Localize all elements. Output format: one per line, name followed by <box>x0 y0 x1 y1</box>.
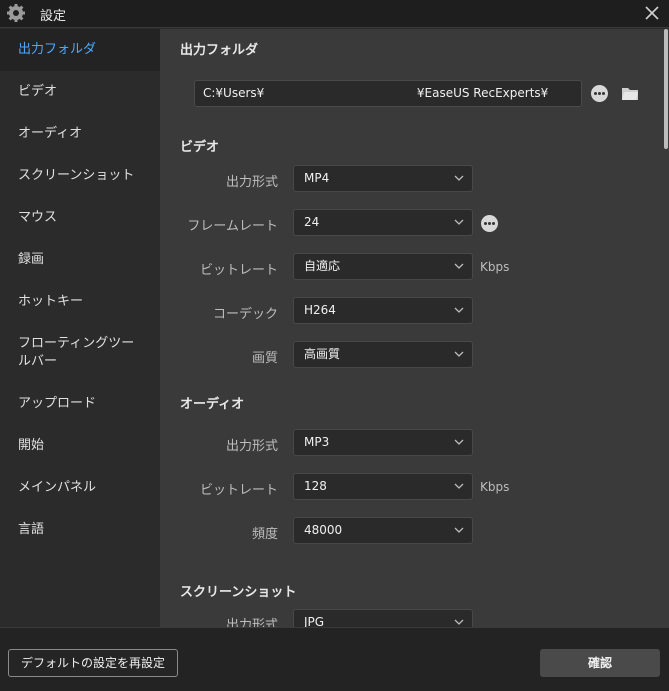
sidebar-item-label: メインパネル <box>18 480 97 495</box>
settings-sidebar: 出力フォルダ ビデオ オーディオ スクリーンショット マウス 録画 ホットキー … <box>0 29 160 627</box>
sidebar-item-output-folder[interactable]: 出力フォルダ <box>0 29 160 71</box>
sidebar-item-main-panel[interactable]: メインパネル <box>0 479 160 497</box>
title-bar: 設定 <box>0 0 669 28</box>
more-icon[interactable] <box>481 215 498 232</box>
audio-frequency-select[interactable]: 48000 <box>293 517 473 544</box>
chevron-down-icon <box>454 483 464 489</box>
screenshot-format-label: 出力形式 <box>225 618 278 627</box>
sidebar-item-label: フローティングツールバー <box>18 336 135 369</box>
video-format-select[interactable]: MP4 <box>293 165 473 192</box>
sidebar-item-startup[interactable]: 開始 <box>0 437 160 455</box>
sidebar-item-language[interactable]: 言語 <box>0 521 160 539</box>
sidebar-item-mouse[interactable]: マウス <box>0 209 160 227</box>
sidebar-item-hotkeys[interactable]: ホットキー <box>0 293 160 311</box>
sidebar-item-label: ホットキー <box>18 294 84 309</box>
sidebar-item-label: ビデオ <box>18 84 58 99</box>
select-value: 24 <box>304 215 320 229</box>
video-bitrate-unit: Kbps <box>480 260 510 274</box>
chevron-down-icon <box>454 527 464 533</box>
audio-format-select[interactable]: MP3 <box>293 429 473 456</box>
chevron-down-icon <box>454 307 464 313</box>
video-bitrate-label: ビットレート <box>199 263 278 278</box>
sidebar-item-label: オーディオ <box>18 126 83 141</box>
screenshot-format-select[interactable]: JPG <box>293 609 473 627</box>
video-bitrate-select[interactable]: 自適応 <box>293 253 473 280</box>
folder-icon[interactable] <box>621 86 639 101</box>
settings-panel: 出力フォルダ C:¥Users¥ ¥EaseUS RecExperts¥ ビデオ… <box>160 29 669 627</box>
sidebar-item-label: 録画 <box>18 252 45 267</box>
video-framerate-select[interactable]: 24 <box>293 209 473 236</box>
sidebar-item-floating-toolbar[interactable]: フローティングツールバー <box>0 335 140 371</box>
video-quality-select[interactable]: 高画質 <box>293 341 473 368</box>
section-title-audio: オーディオ <box>180 397 245 412</box>
sidebar-item-label: 言語 <box>18 522 45 537</box>
section-title-video: ビデオ <box>180 140 220 155</box>
select-value: 高画質 <box>304 347 341 361</box>
output-path-field[interactable]: C:¥Users¥ ¥EaseUS RecExperts¥ <box>194 80 582 107</box>
audio-format-label: 出力形式 <box>225 439 278 454</box>
close-icon[interactable] <box>643 4 661 22</box>
section-title-screenshot: スクリーンショット <box>180 585 297 600</box>
audio-bitrate-label: ビットレート <box>199 483 278 498</box>
select-value: 48000 <box>304 523 343 537</box>
chevron-down-icon <box>454 351 464 357</box>
select-value: JPG <box>304 615 325 627</box>
select-value: 128 <box>304 479 327 493</box>
confirm-button[interactable]: 確認 <box>540 649 660 677</box>
scrollbar[interactable] <box>664 29 668 149</box>
chevron-down-icon <box>454 439 464 445</box>
sidebar-item-label: スクリーンショット <box>18 168 135 183</box>
sidebar-item-label: 出力フォルダ <box>18 42 97 57</box>
chevron-down-icon <box>454 619 464 625</box>
audio-bitrate-select[interactable]: 128 <box>293 473 473 500</box>
window-title: 設定 <box>40 9 67 24</box>
more-icon[interactable] <box>591 85 608 102</box>
reset-defaults-button[interactable]: デフォルトの設定を再設定 <box>8 649 178 677</box>
select-value: 自適応 <box>304 259 341 273</box>
video-framerate-label: フレームレート <box>187 219 278 234</box>
sidebar-item-recording[interactable]: 録画 <box>0 251 160 269</box>
video-codec-label: コーデック <box>212 307 278 322</box>
sidebar-item-label: アップロード <box>18 396 97 411</box>
select-value: MP3 <box>304 435 330 449</box>
sidebar-item-label: マウス <box>18 210 58 225</box>
chevron-down-icon <box>454 263 464 269</box>
video-format-label: 出力形式 <box>225 175 278 190</box>
video-quality-label: 画質 <box>251 351 278 366</box>
chevron-down-icon <box>454 175 464 181</box>
sidebar-item-label: 開始 <box>18 438 45 453</box>
select-value: MP4 <box>304 171 330 185</box>
gear-icon <box>7 4 25 22</box>
video-codec-select[interactable]: H264 <box>293 297 473 324</box>
chevron-down-icon <box>454 219 464 225</box>
audio-bitrate-unit: Kbps <box>480 480 510 494</box>
audio-frequency-label: 頻度 <box>251 527 278 542</box>
sidebar-item-video[interactable]: ビデオ <box>0 83 160 101</box>
sidebar-item-upload[interactable]: アップロード <box>0 395 160 413</box>
select-value: H264 <box>304 303 336 317</box>
section-title-output-folder: 出力フォルダ <box>180 43 259 58</box>
sidebar-item-screenshot[interactable]: スクリーンショット <box>0 167 160 185</box>
sidebar-item-audio[interactable]: オーディオ <box>0 125 160 143</box>
footer-bar: デフォルトの設定を再設定 確認 <box>0 627 669 691</box>
